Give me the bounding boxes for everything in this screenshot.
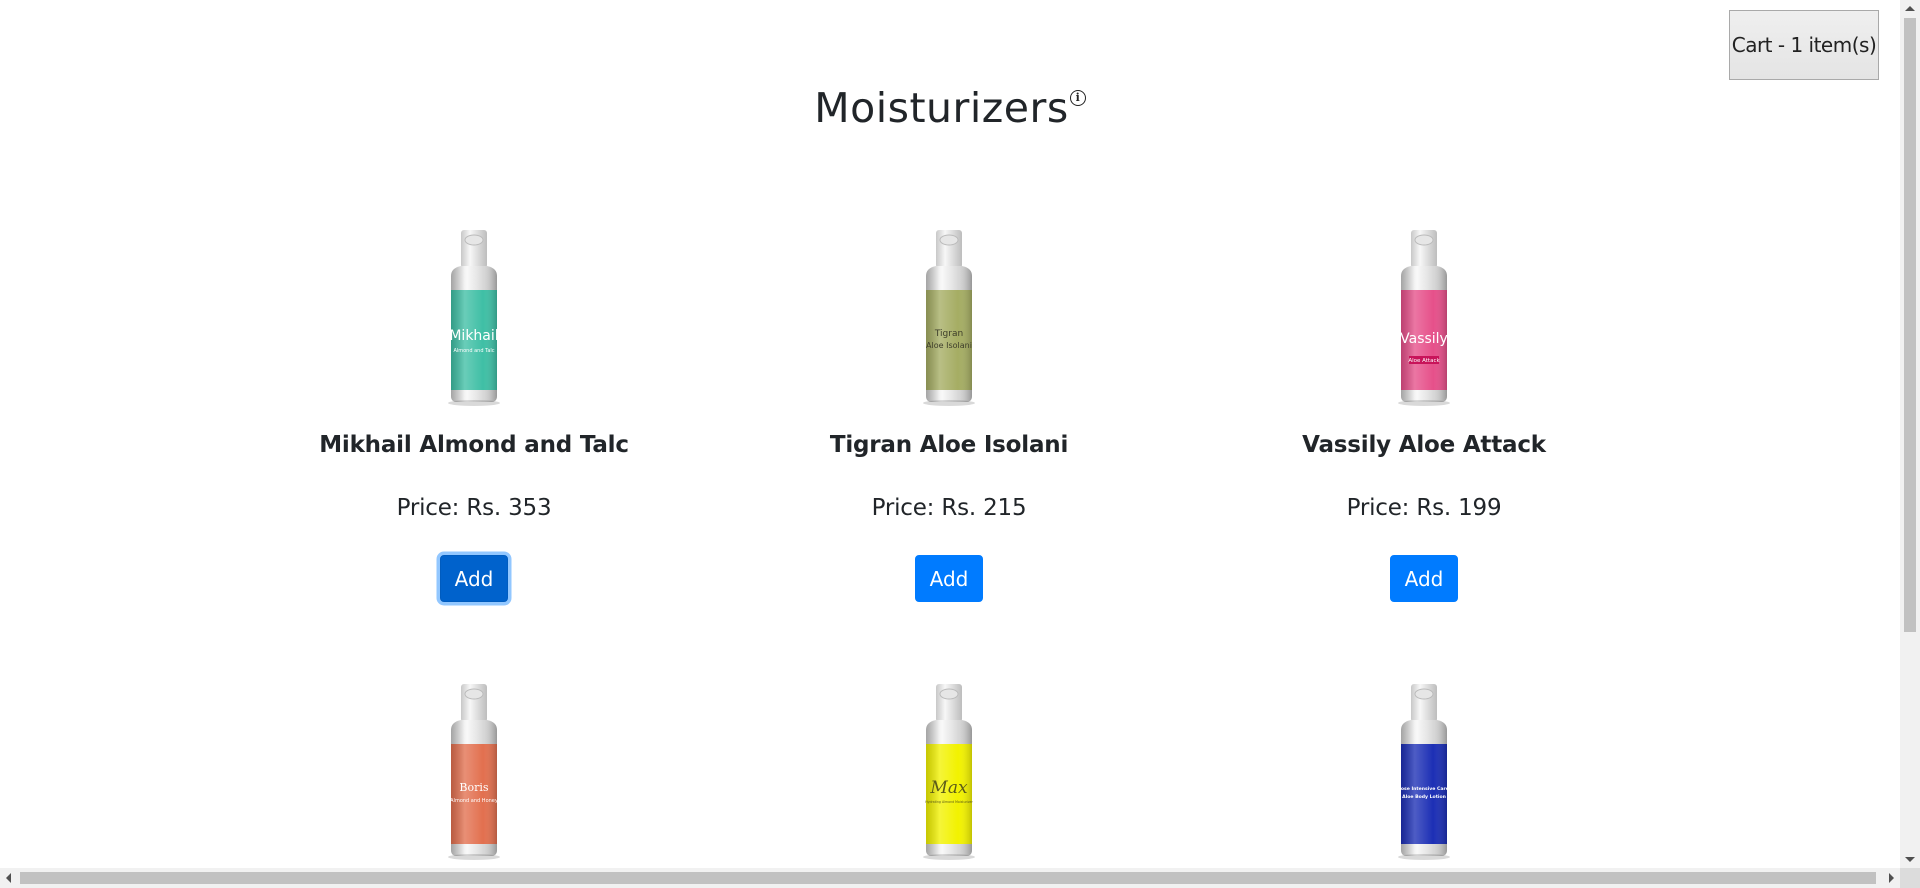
product-bottle-image: Boris Almond and Honey [448,684,500,860]
scroll-right-arrow-icon[interactable] [1889,873,1894,883]
page-title: Moisturizers i [0,84,1900,132]
product-bottle-image: Tigran Aloe Isolani [923,230,975,406]
svg-text:Aloe Body Lotion: Aloe Body Lotion [1402,794,1446,800]
cart-button[interactable]: Cart - 1 item(s) [1729,10,1879,80]
product-card: Mikhail Almond and Talc Mikhail Almond a… [294,228,654,602]
product-card: Tigran Aloe Isolani Tigran Aloe Isolani … [769,228,1129,602]
product-name: Tigran Aloe Isolani [829,432,1069,458]
add-button[interactable]: Add [1390,555,1458,602]
product-bottle-image: Vassily Aloe Attack [1398,230,1450,406]
svg-text:Almond and Talc: Almond and Talc [453,348,494,354]
svg-text:Hydrating Almond Moisturizer: Hydrating Almond Moisturizer [925,800,973,804]
svg-text:Boris: Boris [459,781,488,794]
scroll-down-arrow-icon[interactable] [1905,857,1915,862]
product-card: Max Hydrating Almond Moisturizer [769,682,1129,862]
product-name: Vassily Aloe Attack [1302,432,1546,458]
scroll-left-arrow-icon[interactable] [6,873,11,883]
svg-text:Vassily: Vassily [1400,331,1448,347]
product-bottle-image: Jose Intensive Care Aloe Body Lotion [1398,684,1450,860]
product-bottle-image: Mikhail Almond and Talc [448,230,500,406]
horizontal-scrollbar[interactable] [0,868,1900,888]
add-button[interactable]: Add [915,555,983,602]
product-name: Mikhail Almond and Talc [319,432,629,458]
product-price: Price: Rs. 215 [871,495,1027,521]
product-card: Jose Intensive Care Aloe Body Lotion [1244,682,1604,862]
svg-text:Jose Intensive Care: Jose Intensive Care [1398,786,1449,792]
page-title-text: Moisturizers [814,84,1069,132]
svg-text:Tigran: Tigran [934,329,963,339]
svg-text:Mikhail: Mikhail [449,328,498,344]
product-price: Price: Rs. 353 [396,495,552,521]
product-card: Boris Almond and Honey [294,682,654,862]
info-circle-icon[interactable]: i [1069,90,1086,106]
scroll-up-arrow-icon[interactable] [1905,6,1915,11]
product-card: Vassily Aloe Attack Vassily Aloe Attack … [1244,228,1604,602]
product-bottle-image: Max Hydrating Almond Moisturizer [923,684,975,860]
scrollbar-corner [1900,868,1920,888]
vertical-scrollbar[interactable] [1900,0,1920,868]
page-viewport: Cart - 1 item(s) Moisturizers i Mikhail A… [0,0,1900,868]
svg-text:Almond and Honey: Almond and Honey [450,798,498,804]
vertical-scrollbar-thumb[interactable] [1904,18,1916,632]
horizontal-scrollbar-thumb[interactable] [20,872,1876,884]
svg-text:Max: Max [929,778,968,798]
svg-text:Aloe Isolani: Aloe Isolani [926,341,972,350]
product-price: Price: Rs. 199 [1346,495,1502,521]
add-button[interactable]: Add [440,555,508,602]
svg-text:Aloe Attack: Aloe Attack [1408,358,1440,364]
